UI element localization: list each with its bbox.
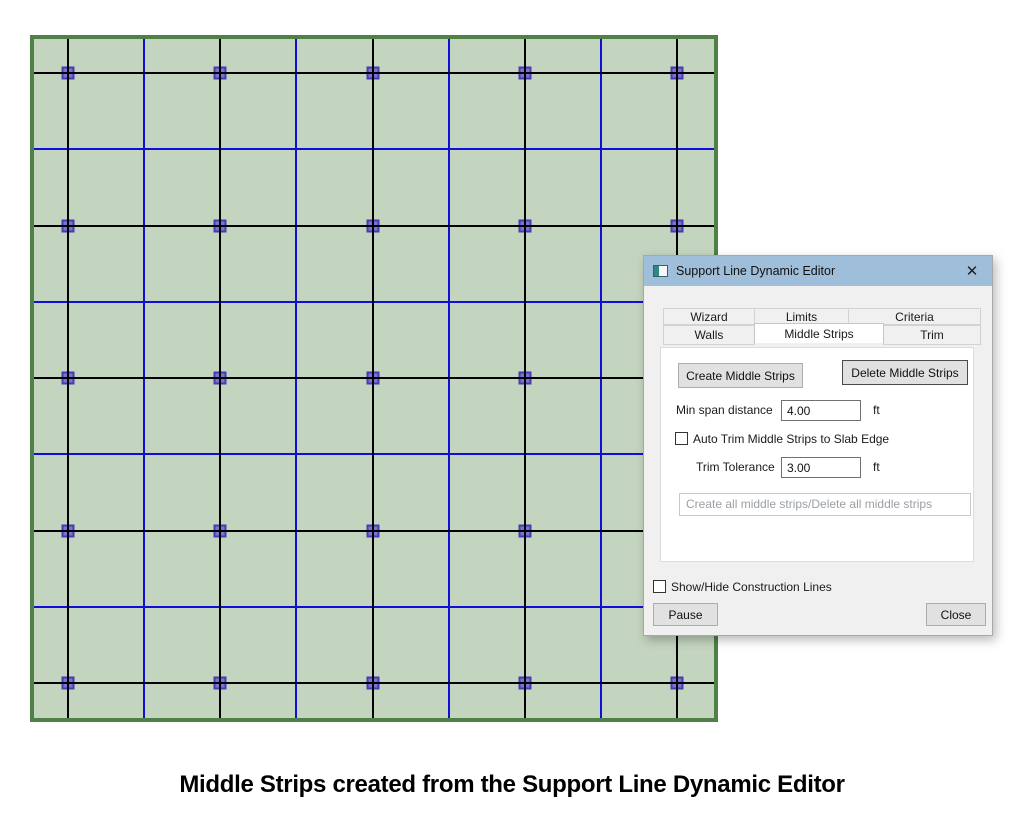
tab-wizard[interactable]: Wizard (663, 308, 755, 325)
support-line-horizontal[interactable] (34, 530, 714, 532)
middle-strip-line-horizontal[interactable] (34, 453, 714, 455)
min-span-distance-unit: ft (873, 400, 880, 421)
status-message-field: Create all middle strips/Delete all midd… (679, 493, 971, 516)
middle-strip-line-horizontal[interactable] (34, 606, 714, 608)
middle-strip-line-horizontal[interactable] (34, 301, 714, 303)
close-button[interactable]: Close (926, 603, 986, 626)
min-span-distance-label: Min span distance (676, 400, 773, 421)
support-line-horizontal[interactable] (34, 225, 714, 227)
pause-button[interactable]: Pause (653, 603, 718, 626)
support-line-dynamic-editor-dialog: Support Line Dynamic Editor ✕ WizardLimi… (643, 255, 993, 636)
support-line-horizontal[interactable] (34, 72, 714, 74)
tab-trim[interactable]: Trim (883, 325, 981, 345)
tab-row-2: WallsMiddle StripsTrim (663, 325, 980, 345)
auto-trim-label: Auto Trim Middle Strips to Slab Edge (693, 432, 889, 446)
window-icon (653, 265, 668, 277)
middle-strip-line-horizontal[interactable] (34, 148, 714, 150)
show-hide-construction-lines-checkbox[interactable] (653, 580, 666, 593)
create-middle-strips-button[interactable]: Create Middle Strips (678, 363, 803, 388)
screenshot-stage: Support Line Dynamic Editor ✕ WizardLimi… (0, 0, 1024, 823)
show-hide-construction-lines-label: Show/Hide Construction Lines (671, 580, 832, 594)
trim-tolerance-label: Trim Tolerance (696, 457, 775, 478)
auto-trim-checkbox[interactable] (675, 432, 688, 445)
tab-middle-strips[interactable]: Middle Strips (754, 323, 884, 343)
dialog-titlebar[interactable]: Support Line Dynamic Editor ✕ (644, 256, 992, 286)
slab-canvas[interactable] (30, 35, 718, 722)
close-icon[interactable]: ✕ (961, 260, 983, 282)
trim-tolerance-input[interactable] (781, 457, 861, 478)
trim-tolerance-unit: ft (873, 457, 880, 478)
figure-caption: Middle Strips created from the Support L… (0, 771, 1024, 799)
delete-middle-strips-button[interactable]: Delete Middle Strips (842, 360, 968, 385)
dialog-title: Support Line Dynamic Editor (676, 264, 835, 278)
min-span-distance-input[interactable] (781, 400, 861, 421)
support-line-horizontal[interactable] (34, 682, 714, 684)
support-line-horizontal[interactable] (34, 377, 714, 379)
tab-walls[interactable]: Walls (663, 325, 755, 345)
